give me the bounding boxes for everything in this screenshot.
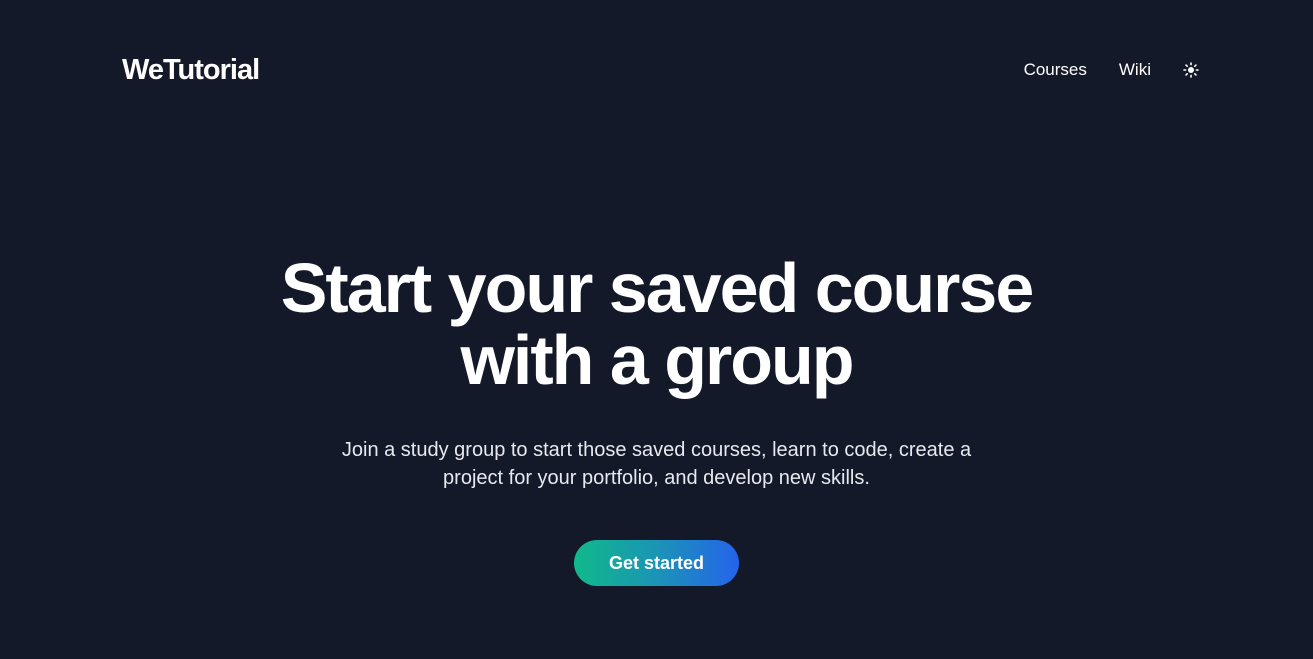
nav-link-courses[interactable]: Courses — [1024, 60, 1087, 80]
main-nav: Courses Wiki — [1024, 60, 1199, 80]
site-logo[interactable]: WeTutorial — [122, 54, 260, 87]
nav-link-wiki[interactable]: Wiki — [1119, 60, 1151, 80]
hero-section: Start your saved course with a group Joi… — [0, 252, 1313, 586]
get-started-button[interactable]: Get started — [574, 540, 739, 586]
theme-toggle-button[interactable] — [1183, 62, 1199, 78]
sun-icon — [1183, 62, 1199, 78]
hero-subtitle: Join a study group to start those saved … — [341, 439, 972, 489]
hero-title: Start your saved course with a group — [280, 249, 1035, 399]
cta-container: Get started — [0, 540, 1313, 586]
site-header: WeTutorial Courses Wiki — [122, 48, 1199, 92]
